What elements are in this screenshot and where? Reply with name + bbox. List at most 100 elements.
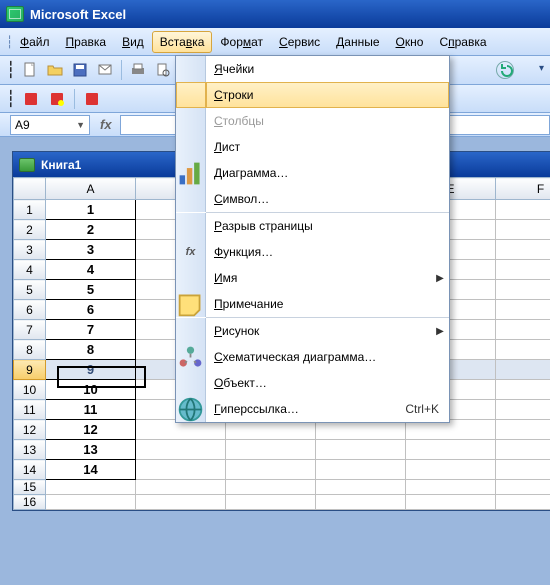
menu-формат[interactable]: Формат [212, 31, 271, 53]
menu-правка[interactable]: Правка [58, 31, 115, 53]
cell[interactable] [46, 495, 136, 510]
row-header[interactable]: 14 [14, 460, 46, 480]
toolbar-handle-icon[interactable]: ┆ [6, 60, 16, 80]
row-header[interactable]: 12 [14, 420, 46, 440]
row-header[interactable]: 10 [14, 380, 46, 400]
col-header-A[interactable]: A [46, 178, 136, 200]
menu-item-разрывстраницы[interactable]: Разрыв страницы [176, 213, 449, 239]
menu-вид[interactable]: Вид [114, 31, 152, 53]
toolbar-handle-icon[interactable]: ┆ [4, 35, 12, 49]
cell[interactable] [226, 480, 316, 495]
cell[interactable] [496, 220, 550, 240]
cell[interactable] [496, 360, 550, 380]
cell[interactable]: 5 [46, 280, 136, 300]
row-header[interactable]: 15 [14, 480, 46, 495]
cell[interactable] [136, 440, 226, 460]
cell[interactable] [496, 240, 550, 260]
menu-item-функция[interactable]: fxФункция… [176, 239, 449, 265]
menu-item-лист[interactable]: Лист [176, 134, 449, 160]
menu-item-примечание[interactable]: Примечание [176, 291, 449, 317]
row-header[interactable]: 2 [14, 220, 46, 240]
row-header[interactable]: 9 [14, 360, 46, 380]
menu-item-диаграмма[interactable]: Диаграмма… [176, 160, 449, 186]
cell[interactable]: 12 [46, 420, 136, 440]
toolbar-overflow-icon[interactable]: ▾ [539, 63, 544, 74]
menu-item-гиперссылка[interactable]: Гиперссылка…Ctrl+K [176, 396, 449, 422]
row-header[interactable]: 1 [14, 200, 46, 220]
preview-button[interactable] [152, 59, 174, 81]
undo-icon[interactable] [496, 61, 514, 79]
cell[interactable] [496, 300, 550, 320]
menu-файл[interactable]: Файл [12, 31, 58, 53]
fx-icon[interactable]: fx [100, 117, 112, 132]
menu-item-объект[interactable]: Объект… [176, 370, 449, 396]
cell[interactable] [496, 340, 550, 360]
settings-icon[interactable] [81, 88, 103, 110]
menu-item-имя[interactable]: Имя▶ [176, 265, 449, 291]
row-header[interactable]: 7 [14, 320, 46, 340]
cell[interactable] [496, 495, 550, 510]
cell[interactable] [226, 440, 316, 460]
menu-вставка[interactable]: Вставка [152, 31, 213, 53]
cell[interactable]: 2 [46, 220, 136, 240]
cell[interactable]: 7 [46, 320, 136, 340]
menu-данные[interactable]: Данные [328, 31, 387, 53]
cell[interactable] [496, 280, 550, 300]
cell[interactable]: 4 [46, 260, 136, 280]
new-doc-button[interactable] [19, 59, 41, 81]
menu-сервис[interactable]: Сервис [271, 31, 328, 53]
cell[interactable] [496, 380, 550, 400]
row-header[interactable]: 5 [14, 280, 46, 300]
menu-item-символ[interactable]: Символ… [176, 186, 449, 212]
cell[interactable] [496, 480, 550, 495]
pdf-icon[interactable] [20, 88, 42, 110]
cell[interactable] [406, 495, 496, 510]
cell[interactable]: 6 [46, 300, 136, 320]
col-header-F[interactable]: F [496, 178, 550, 200]
cell[interactable] [136, 495, 226, 510]
cell[interactable] [316, 495, 406, 510]
row-header[interactable]: 16 [14, 495, 46, 510]
menu-item-схематическаядиаграмма[interactable]: Схематическая диаграмма… [176, 344, 449, 370]
open-button[interactable] [44, 59, 66, 81]
cell[interactable] [406, 440, 496, 460]
name-box-dropdown-icon[interactable]: ▼ [76, 120, 85, 130]
menu-справка[interactable]: Справка [431, 31, 494, 53]
menu-item-ячейки[interactable]: Ячейки [176, 56, 449, 82]
cell[interactable] [136, 460, 226, 480]
cell[interactable] [496, 440, 550, 460]
row-header[interactable]: 11 [14, 400, 46, 420]
row-header[interactable]: 6 [14, 300, 46, 320]
cell[interactable] [496, 200, 550, 220]
row-header[interactable]: 3 [14, 240, 46, 260]
cell[interactable]: 11 [46, 400, 136, 420]
save-button[interactable] [69, 59, 91, 81]
cell[interactable]: 10 [46, 380, 136, 400]
cell[interactable] [136, 480, 226, 495]
toolbar-handle-icon[interactable]: ┆ [6, 89, 16, 109]
row-header[interactable]: 8 [14, 340, 46, 360]
pdf-mail-icon[interactable] [46, 88, 68, 110]
cell[interactable] [316, 460, 406, 480]
cell[interactable]: 9 [46, 360, 136, 380]
cell[interactable]: 14 [46, 460, 136, 480]
cell[interactable] [496, 320, 550, 340]
row-header[interactable]: 13 [14, 440, 46, 460]
mail-button[interactable] [94, 59, 116, 81]
menu-item-рисунок[interactable]: Рисунок▶ [176, 318, 449, 344]
cell[interactable] [496, 420, 550, 440]
cell[interactable] [226, 495, 316, 510]
cell[interactable] [496, 400, 550, 420]
cell[interactable]: 3 [46, 240, 136, 260]
cell[interactable] [406, 460, 496, 480]
select-all-cell[interactable] [14, 178, 46, 200]
cell[interactable] [496, 460, 550, 480]
cell[interactable]: 8 [46, 340, 136, 360]
row-header[interactable]: 4 [14, 260, 46, 280]
cell[interactable] [46, 480, 136, 495]
cell[interactable]: 13 [46, 440, 136, 460]
menu-item-строки[interactable]: Строки [176, 82, 449, 108]
print-button[interactable] [127, 59, 149, 81]
cell[interactable] [316, 440, 406, 460]
menu-окно[interactable]: Окно [388, 31, 432, 53]
